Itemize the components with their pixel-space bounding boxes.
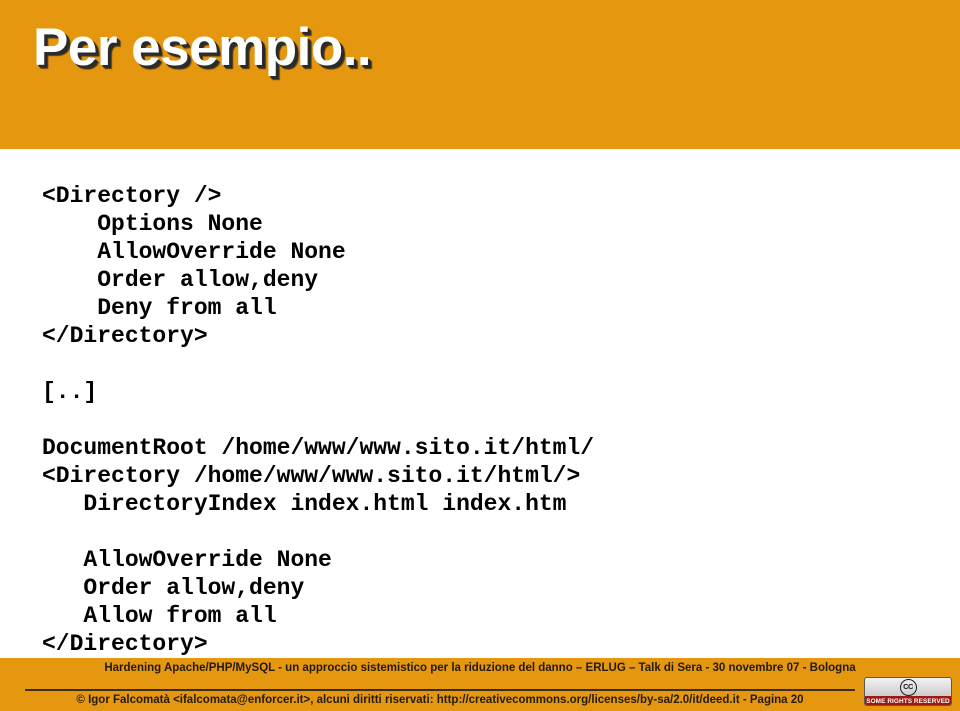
code-line: </Directory> [42,323,208,349]
code-line: Order allow,deny [42,267,319,293]
footer-divider [25,689,855,691]
cc-badge-label: SOME RIGHTS RESERVED [865,696,951,705]
code-line: [..] [42,379,98,405]
page-title: Per esempio.. [33,18,372,77]
code-line: AllowOverride None [42,239,346,265]
code-block: <Directory /> Options None AllowOverride… [42,182,922,658]
code-line: Allow from all [42,603,277,629]
code-line: Deny from all [42,295,277,321]
code-line: <Directory /home/www/www.sito.it/html/> [42,463,581,489]
code-line: Order allow,deny [42,575,305,601]
cc-badge-top: CC [865,678,951,696]
creative-commons-badge: CC SOME RIGHTS RESERVED [864,677,952,706]
code-line: DirectoryIndex index.html index.htm [42,491,567,517]
code-line: AllowOverride None [42,547,332,573]
footer-license-info: © Igor Falcomatà <ifalcomata@enforcer.it… [76,694,804,706]
code-line: Options None [42,211,263,237]
presentation-slide: Per esempio.. <Directory /> Options None… [0,0,960,711]
slide-header-band: Per esempio.. [0,0,960,149]
footer-talk-info: Hardening Apache/PHP/MySQL - un approcci… [104,662,856,674]
code-line: DocumentRoot /home/www/www.sito.it/html/ [42,435,595,461]
code-line: <Directory /> [42,183,222,209]
code-line: </Directory> [42,631,208,657]
creative-commons-icon: CC [899,678,917,696]
